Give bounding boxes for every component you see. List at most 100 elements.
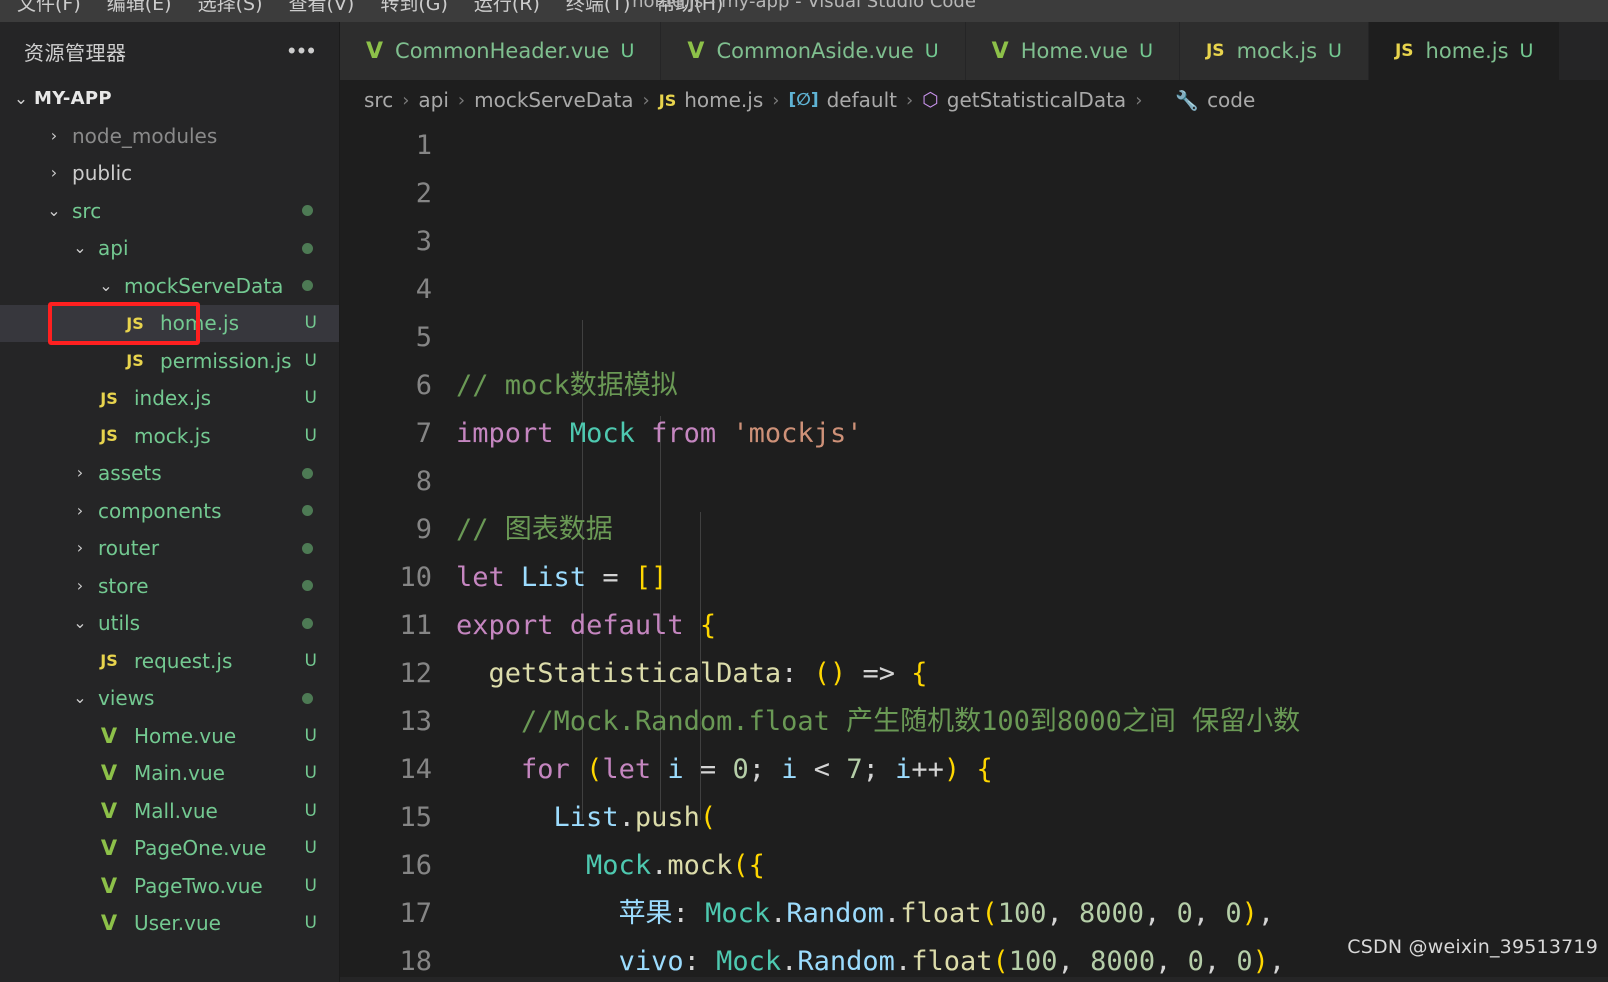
chevron-down-icon: ⌄ — [73, 688, 87, 708]
code-line[interactable]: import Mock from 'mockjs' — [456, 410, 1608, 458]
git-status-badge: U — [304, 650, 317, 671]
line-number: 12 — [399, 658, 432, 689]
tree-item-pagetwo-vue[interactable]: V PageTwo.vue U — [0, 867, 339, 905]
tree-item-node_modules[interactable]: › node_modules — [0, 117, 339, 155]
vue-file-icon: V — [100, 911, 118, 936]
tab-label: mock.js — [1236, 39, 1318, 63]
workbench: 资源管理器 ••• ⌄ MY-APP › node_modules › public ⌄… — [0, 22, 1608, 982]
code-line[interactable] — [456, 458, 1608, 506]
tab-mock-js[interactable]: JS mock.js U — [1179, 22, 1369, 80]
tree-item-mock-js[interactable]: JS mock.js U — [0, 417, 339, 455]
tree-item-api[interactable]: ⌄ api — [0, 230, 339, 268]
line-number: 15 — [399, 802, 432, 833]
tab-commonaside-vue[interactable]: V CommonAside.vue U — [661, 22, 966, 80]
breadcrumb-item-api[interactable]: api — [418, 88, 449, 112]
tree-item-permission-js[interactable]: JS permission.js U — [0, 342, 339, 380]
tree-item-mall-vue[interactable]: V Mall.vue U — [0, 792, 339, 830]
tree-item-index-js[interactable]: JS index.js U — [0, 380, 339, 418]
tab-git-badge: U — [620, 40, 635, 62]
breadcrumb-item-home-js[interactable]: JS home.js — [659, 88, 764, 112]
code-line[interactable]: List.push( — [456, 794, 1608, 842]
tree-item-utils[interactable]: ⌄ utils — [0, 605, 339, 643]
breadcrumb-item-code[interactable]: 🔧 code — [1151, 75, 1255, 125]
editor-tab-bar[interactable]: V CommonHeader.vue U V CommonAside.vue U V Home… — [340, 22, 1608, 80]
code-line[interactable]: Mock.mock({ — [456, 842, 1608, 890]
explorer-title: 资源管理器 — [24, 40, 127, 65]
breadcrumb-item-src[interactable]: src — [364, 88, 393, 112]
tab-home-js[interactable]: JS home.js U — [1368, 22, 1561, 80]
tree-item-pageone-vue[interactable]: V PageOne.vue U — [0, 830, 339, 868]
code-content[interactable]: // mock数据模拟 import Mock from 'mockjs' // … — [432, 120, 1608, 982]
git-status-badge: U — [304, 388, 317, 409]
js-icon: JS — [1394, 41, 1414, 61]
tree-item-label: node_modules — [72, 123, 218, 148]
git-status-badge: U — [304, 763, 317, 784]
tree-root-my-app[interactable]: ⌄ MY-APP — [0, 80, 339, 117]
tree-item-label: Home.vue — [134, 723, 237, 748]
more-actions-icon[interactable]: ••• — [288, 40, 317, 62]
tree-item-request-js[interactable]: JS request.js U — [0, 642, 339, 680]
breadcrumb-item-label: api — [418, 88, 449, 112]
file-tree[interactable]: ⌄ MY-APP › node_modules › public ⌄ src ⌄ api ⌄ mo… — [0, 80, 339, 982]
tree-item-components[interactable]: › components — [0, 492, 339, 530]
tree-item-mockservedata[interactable]: ⌄ mockServeData — [0, 267, 339, 305]
code-line[interactable]: // mock数据模拟 — [456, 362, 1608, 410]
tree-item-label: PageOne.vue — [134, 836, 267, 861]
line-number: 9 — [415, 514, 432, 545]
breadcrumb-item-mockservedata[interactable]: mockServeData — [474, 88, 633, 112]
tab-commonheader-vue[interactable]: V CommonHeader.vue U — [340, 22, 662, 80]
tree-item-main-vue[interactable]: V Main.vue U — [0, 755, 339, 793]
tree-item-label: Mall.vue — [134, 798, 218, 823]
tree-item-router[interactable]: › router — [0, 530, 339, 568]
tab-git-badge: U — [924, 40, 939, 62]
code-line[interactable]: getStatisticalData: () => { — [456, 650, 1608, 698]
tree-item-public[interactable]: › public — [0, 155, 339, 193]
chevron-right-icon: › — [76, 538, 84, 558]
code-line[interactable]: // 图表数据 — [456, 506, 1608, 554]
tree-item-views[interactable]: ⌄ views — [0, 680, 339, 718]
line-number: 14 — [399, 754, 432, 785]
watermark: CSDN @weixin_39513719 — [1347, 936, 1598, 958]
folder-change-dot — [302, 617, 313, 629]
breadcrumb-item-label: home.js — [684, 88, 764, 112]
folder-change-dot — [302, 505, 313, 517]
vue-file-icon: V — [100, 873, 118, 898]
line-number: 18 — [399, 946, 432, 977]
code-line[interactable]: //Mock.Random.float 产生随机数100到8000之间 保留小数 — [456, 698, 1608, 746]
vue-icon: V — [687, 38, 705, 64]
folder-change-dot — [302, 242, 313, 254]
tab-label: CommonAside.vue — [716, 39, 914, 63]
tree-item-label: request.js — [134, 648, 233, 673]
vscode-window: 文件(F) 编辑(E) 选择(S) 查看(V) 转到(G) 运行(R) 终端(T… — [0, 0, 1608, 982]
code-line[interactable]: 苹果: Mock.Random.float(100, 8000, 0, 0), — [456, 890, 1608, 938]
chevron-down-icon: ⌄ — [73, 613, 87, 633]
tab-git-badge: U — [1139, 40, 1153, 62]
code-line[interactable]: export default { — [456, 602, 1608, 650]
tab-home-vue[interactable]: V Home.vue U — [965, 22, 1180, 80]
tree-item-home-vue[interactable]: V Home.vue U — [0, 717, 339, 755]
breadcrumb-item-default[interactable]: [∅] default — [788, 88, 896, 112]
breadcrumb-item-label: default — [826, 88, 897, 112]
function-icon: ⬡ — [922, 89, 939, 111]
tree-item-store[interactable]: › store — [0, 567, 339, 605]
tree-item-assets[interactable]: › assets — [0, 455, 339, 493]
line-number: 5 — [415, 322, 432, 353]
js-file-icon: JS — [100, 651, 118, 671]
breadcrumb-item-getstatisticaldata[interactable]: ⬡ getStatisticalData — [922, 88, 1126, 112]
git-status-badge: U — [304, 350, 317, 371]
chevron-right-icon: › — [76, 575, 84, 595]
breadcrumb[interactable]: src › api › mockServeData › JS home.js › [∅] defau… — [340, 80, 1608, 120]
status-strip — [340, 977, 1608, 982]
code-editor[interactable]: 1 2 3 4 5 6 7 8 9 10 11 12 13 14 15 16 17 18 // mock数据模拟 i… — [340, 120, 1608, 982]
tree-item-home-js[interactable]: JS home.js U — [0, 304, 339, 342]
code-line[interactable]: for (let i = 0; i < 7; i++) { — [456, 746, 1608, 794]
tree-item-label: router — [98, 536, 160, 561]
title-bar: 文件(F) 编辑(E) 选择(S) 查看(V) 转到(G) 运行(R) 终端(T… — [0, 0, 1608, 22]
tree-item-label: components — [98, 498, 222, 523]
tree-item-src[interactable]: ⌄ src — [0, 192, 339, 230]
chevron-right-icon: › — [76, 500, 84, 520]
git-status-badge: U — [304, 913, 317, 934]
breadcrumb-item-label: mockServeData — [474, 88, 634, 112]
tree-item-user-vue[interactable]: V User.vue U — [0, 905, 339, 943]
code-line[interactable]: let List = [] — [456, 554, 1608, 602]
